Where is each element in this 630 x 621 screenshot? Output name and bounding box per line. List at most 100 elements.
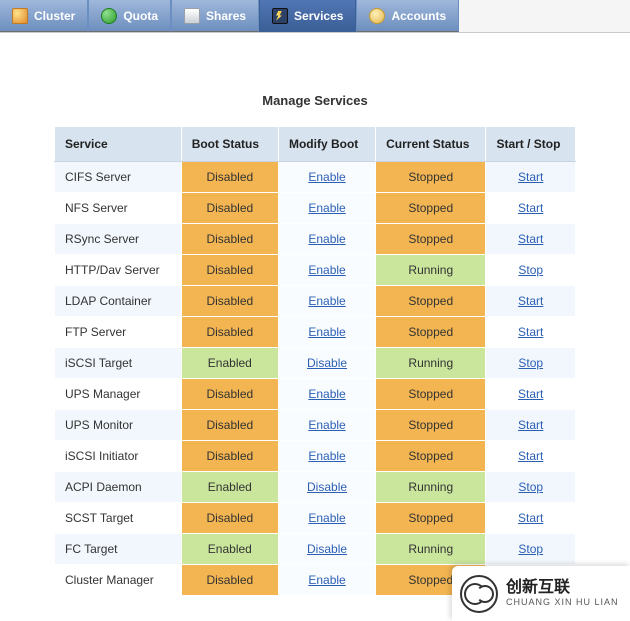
table-row: CIFS ServerDisabledEnableStoppedStart [55,162,576,193]
start-stop-cell: Start [486,379,576,410]
tab-accounts[interactable]: Accounts [356,0,459,32]
modify-boot-cell: Enable [278,193,375,224]
start-stop-cell: Start [486,224,576,255]
col-modify: Modify Boot [278,127,375,162]
start-link[interactable]: Start [518,294,543,308]
service-name: HTTP/Dav Server [55,255,182,286]
services-icon [272,8,288,24]
tab-shares[interactable]: Shares [171,0,259,32]
current-status: Stopped [376,193,486,224]
top-toolbar: Cluster Quota Shares Services Accounts [0,0,630,33]
enable-link[interactable]: Enable [308,170,345,184]
boot-status: Enabled [181,348,278,379]
table-row: FC TargetEnabled Disable Running Stop [55,534,576,565]
start-stop-cell: Start [486,162,576,193]
table-row: LDAP ContainerDisabledEnableStoppedStart [55,286,576,317]
enable-link[interactable]: Enable [308,418,345,432]
start-stop-cell: Start [486,286,576,317]
start-link[interactable]: Start [518,449,543,463]
table-row: NFS ServerDisabledEnableStoppedStart [55,193,576,224]
tab-cluster[interactable]: Cluster [0,0,88,32]
current-status: Stopped [376,317,486,348]
col-service: Service [55,127,182,162]
service-name: UPS Manager [55,379,182,410]
start-stop-cell: Stop [486,472,576,503]
table-row: FTP ServerDisabled Enable Stopped Start [55,317,576,348]
table-row: HTTP/Dav ServerDisabledEnableRunningStop [55,255,576,286]
modify-boot-cell: Disable [278,472,375,503]
tab-quota[interactable]: Quota [88,0,171,32]
enable-link[interactable]: Enable [308,449,345,463]
current-status: Stopped [376,379,486,410]
start-stop-cell: Start [486,193,576,224]
enable-link[interactable]: Enable [308,325,345,339]
service-name: ACPI Daemon [55,472,182,503]
modify-boot-cell: Enable [278,441,375,472]
enable-link[interactable]: Enable [308,387,345,401]
modify-boot-cell: Enable [278,162,375,193]
disable-link[interactable]: Disable [307,480,347,494]
enable-link[interactable]: Enable [308,263,345,277]
shares-icon [184,8,200,24]
start-link[interactable]: Start [518,387,543,401]
boot-status: Disabled [181,317,278,348]
tab-label: Accounts [391,9,446,23]
table-row: iSCSI InitiatorDisabledEnableStoppedStar… [55,441,576,472]
current-status: Stopped [376,162,486,193]
current-status: Running [376,255,486,286]
modify-boot-cell: Disable [278,348,375,379]
brand-badge: 创新互联 CHUANG XIN HU LIAN [452,566,630,621]
current-status: Running [376,534,486,565]
boot-status: Enabled [181,472,278,503]
start-stop-cell: Start [486,317,576,348]
disable-link[interactable]: Disable [307,356,347,370]
service-name: UPS Monitor [55,410,182,441]
current-status: Stopped [376,286,486,317]
start-link[interactable]: Start [518,511,543,525]
start-link[interactable]: Start [518,232,543,246]
enable-link[interactable]: Enable [308,511,345,525]
boot-status: Enabled [181,534,278,565]
start-link[interactable]: Start [518,201,543,215]
enable-link[interactable]: Enable [308,294,345,308]
stop-link[interactable]: Stop [518,263,543,277]
current-status: Stopped [376,503,486,534]
service-name: RSync Server [55,224,182,255]
boot-status: Disabled [181,224,278,255]
current-status: Running [376,348,486,379]
service-name: FTP Server [55,317,182,348]
stop-link[interactable]: Stop [518,542,543,556]
boot-status: Disabled [181,379,278,410]
service-name: CIFS Server [55,162,182,193]
enable-link[interactable]: Enable [308,573,345,587]
boot-status: Disabled [181,410,278,441]
tab-services[interactable]: Services [259,0,356,32]
current-status: Stopped [376,410,486,441]
service-name: Cluster Manager [55,565,182,596]
enable-link[interactable]: Enable [308,232,345,246]
modify-boot-cell: Enable [278,565,375,596]
brand-sub: CHUANG XIN HU LIAN [506,597,619,607]
stop-link[interactable]: Stop [518,356,543,370]
table-row: UPS ManagerDisabled Enable Stopped Start [55,379,576,410]
table-row: iSCSI TargetEnabledDisableRunningStop [55,348,576,379]
boot-status: Disabled [181,193,278,224]
brand-name: 创新互联 [506,580,619,597]
table-row: SCST TargetDisabledEnableStoppedStart [55,503,576,534]
service-name: FC Target [55,534,182,565]
current-status: Stopped [376,441,486,472]
brand-logo-icon [460,575,498,613]
enable-link[interactable]: Enable [308,201,345,215]
start-stop-cell: Start [486,410,576,441]
start-link[interactable]: Start [518,418,543,432]
stop-link[interactable]: Stop [518,480,543,494]
service-name: iSCSI Initiator [55,441,182,472]
disable-link[interactable]: Disable [307,542,347,556]
boot-status: Disabled [181,286,278,317]
start-link[interactable]: Start [518,325,543,339]
start-link[interactable]: Start [518,170,543,184]
tab-label: Quota [123,9,158,23]
accounts-icon [369,8,385,24]
services-table: Service Boot Status Modify Boot Current … [54,126,576,596]
services-table-wrap: Service Boot Status Modify Boot Current … [54,126,576,596]
